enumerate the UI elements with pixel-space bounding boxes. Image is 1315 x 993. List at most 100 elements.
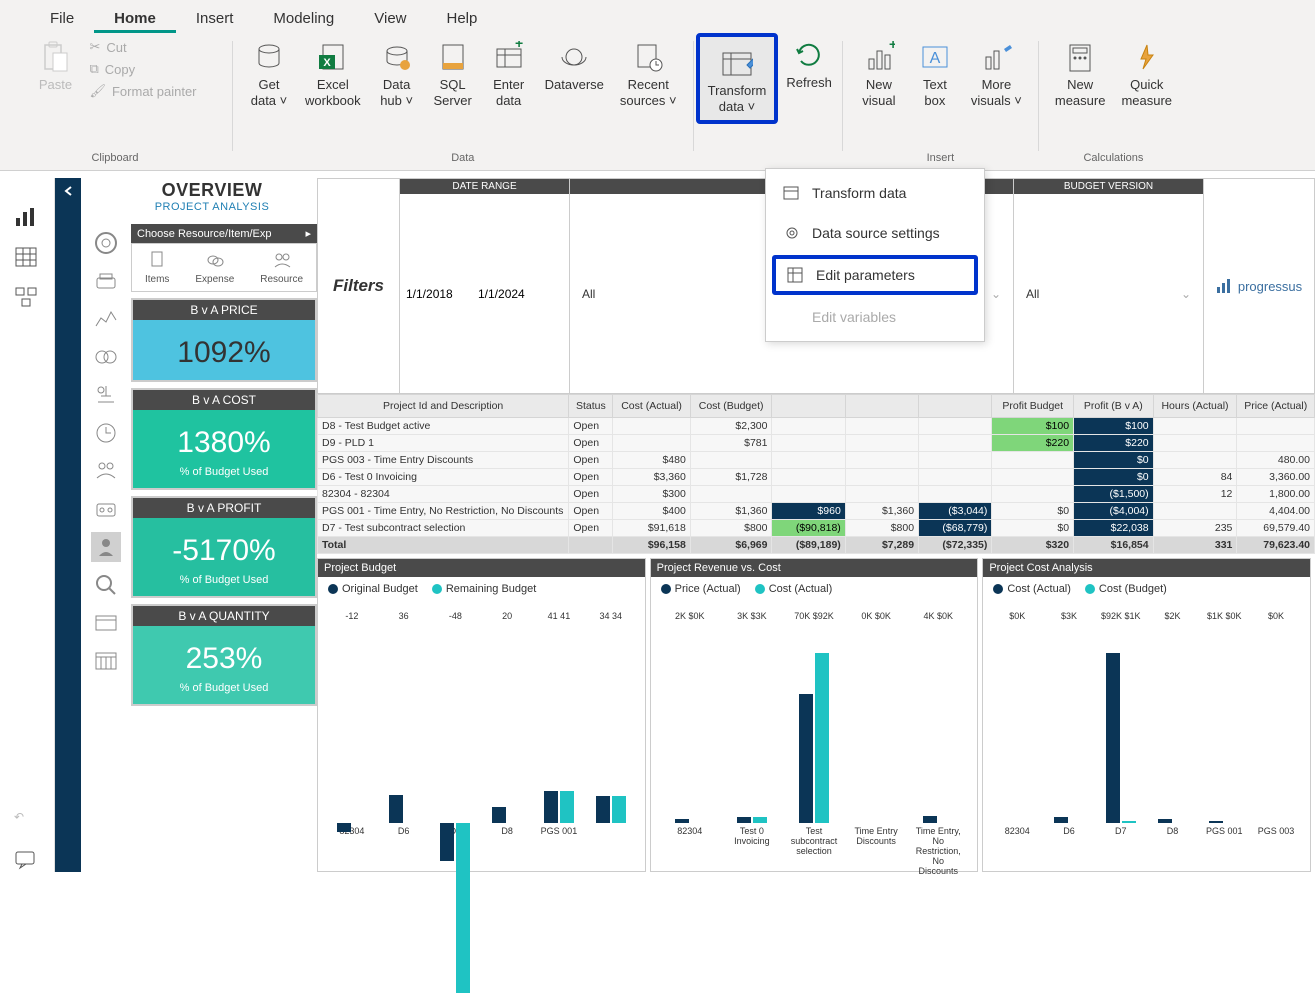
get-data-label: Getdata ˅ bbox=[251, 77, 288, 108]
sql-server-button[interactable]: SQLServer bbox=[425, 35, 481, 110]
filters-label: Filters bbox=[318, 179, 400, 393]
new-measure-button[interactable]: Newmeasure bbox=[1047, 35, 1114, 110]
table-row[interactable]: D8 - Test Budget activeOpen$2,300$100$10… bbox=[318, 418, 1315, 435]
calculator-icon bbox=[1064, 41, 1096, 73]
nav-icon-8[interactable] bbox=[91, 494, 121, 524]
nav-icon-1[interactable] bbox=[91, 228, 121, 258]
menu-edit-parameters[interactable]: Edit parameters bbox=[772, 255, 978, 295]
copy-button[interactable]: ⧉Copy bbox=[89, 61, 196, 77]
nav-icon-2[interactable] bbox=[91, 266, 121, 296]
logo-icon bbox=[1216, 278, 1234, 294]
chart-revenue-cost[interactable]: Project Revenue vs. Cost Price (Actual) … bbox=[650, 558, 979, 872]
recent-sources-button[interactable]: Recentsources ˅ bbox=[612, 35, 685, 110]
dataverse-button[interactable]: Dataverse bbox=[537, 35, 612, 95]
seg-items[interactable]: Items bbox=[145, 250, 169, 285]
menu-insert[interactable]: Insert bbox=[176, 4, 254, 33]
date-to-input[interactable] bbox=[478, 287, 546, 301]
kpi-column: Choose Resource/Item/Exp ▸ Items Expense… bbox=[131, 224, 317, 872]
table-row[interactable]: D6 - Test 0 InvoicingOpen$3,360$1,728$08… bbox=[318, 469, 1315, 486]
menu-data-source-settings[interactable]: Data source settings bbox=[766, 213, 984, 253]
text-box-button[interactable]: A Textbox bbox=[907, 35, 963, 110]
quick-measure-label: Quickmeasure bbox=[1121, 77, 1172, 108]
chevron-right-icon[interactable]: ▸ bbox=[305, 227, 311, 240]
menu-file[interactable]: File bbox=[30, 4, 94, 33]
page-title: OVERVIEW bbox=[107, 180, 317, 201]
nav-icon-5[interactable] bbox=[91, 380, 121, 410]
sql-label: SQLServer bbox=[433, 77, 471, 108]
nav-icon-9[interactable] bbox=[91, 532, 121, 562]
kpi-price: B v A PRICE 1092% bbox=[131, 298, 317, 382]
menu-transform-data[interactable]: Transform data bbox=[766, 173, 984, 213]
chart-project-budget[interactable]: Project Budget Original Budget Remaining… bbox=[317, 558, 646, 872]
new-visual-button[interactable]: + Newvisual bbox=[851, 35, 907, 110]
cut-icon: ✂ bbox=[89, 39, 100, 55]
excel-workbook-button[interactable]: X Excelworkbook bbox=[297, 35, 369, 110]
model-view-icon[interactable] bbox=[14, 286, 40, 308]
nav-icon-3[interactable] bbox=[91, 304, 121, 334]
chart-cost-analysis[interactable]: Project Cost Analysis Cost (Actual) Cost… bbox=[982, 558, 1311, 872]
chevron-down-icon: ⌄ bbox=[991, 287, 1001, 301]
quick-measure-icon bbox=[1131, 41, 1163, 73]
comment-icon[interactable] bbox=[14, 850, 40, 872]
data-hub-button[interactable]: Datahub ˅ bbox=[369, 35, 425, 110]
enter-data-icon: + bbox=[493, 41, 525, 73]
nav-icon-10[interactable] bbox=[91, 570, 121, 600]
more-visuals-button[interactable]: Morevisuals ˅ bbox=[963, 35, 1030, 110]
menu-help[interactable]: Help bbox=[427, 4, 498, 33]
table-row[interactable]: D7 - Test subcontract selectionOpen$91,6… bbox=[318, 520, 1315, 537]
quick-measure-button[interactable]: Quickmeasure bbox=[1113, 35, 1180, 110]
table-row[interactable]: 82304 - 82304Open$300($1,500)121,800.00 bbox=[318, 486, 1315, 503]
menu-bar: File Home Insert Modeling View Help bbox=[0, 0, 1315, 33]
recent-label: Recentsources ˅ bbox=[620, 77, 677, 108]
recent-icon bbox=[632, 41, 664, 73]
gear-icon bbox=[782, 223, 802, 243]
table-total-row: Total$96,158$6,969($89,189)$7,289($72,33… bbox=[318, 537, 1315, 554]
nav-icon-11[interactable] bbox=[91, 608, 121, 638]
seg-resource[interactable]: Resource bbox=[260, 250, 303, 285]
refresh-button[interactable]: Refresh bbox=[778, 33, 840, 93]
menu-modeling[interactable]: Modeling bbox=[253, 4, 354, 33]
paste-button[interactable]: Paste bbox=[27, 35, 83, 95]
menu-home[interactable]: Home bbox=[94, 4, 176, 33]
data-view-icon[interactable] bbox=[14, 246, 40, 268]
transform-data-button[interactable]: Transformdata ˅ bbox=[696, 33, 779, 124]
filter-budget-version: BUDGET VERSION All⌄ bbox=[1014, 179, 1204, 393]
seg-expense[interactable]: Expense bbox=[195, 250, 234, 285]
nav-icon-4[interactable] bbox=[91, 342, 121, 372]
nav-collapse-strip[interactable] bbox=[55, 178, 81, 872]
ribbon-group-calc: Newmeasure Quickmeasure Calculations bbox=[1041, 33, 1186, 170]
status-select-1[interactable]: All⌄ bbox=[576, 287, 790, 301]
more-visuals-icon bbox=[980, 41, 1012, 73]
nav-icon-12[interactable] bbox=[91, 646, 121, 676]
calc-group-label: Calculations bbox=[1047, 150, 1180, 168]
nav-icon-6[interactable] bbox=[91, 418, 121, 448]
table-row[interactable]: D9 - PLD 1Open$781$220$220 bbox=[318, 435, 1315, 452]
kpi-cost: B v A COST 1380%% of Budget Used bbox=[131, 388, 317, 490]
database-icon bbox=[253, 41, 285, 73]
table-row[interactable]: PGS 003 - Time Entry DiscountsOpen$480$0… bbox=[318, 452, 1315, 469]
get-data-button[interactable]: Getdata ˅ bbox=[241, 35, 297, 110]
more-visuals-label: Morevisuals ˅ bbox=[971, 77, 1022, 108]
report-view-icon[interactable] bbox=[14, 206, 40, 228]
table-row[interactable]: PGS 001 - Time Entry, No Restriction, No… bbox=[318, 503, 1315, 520]
textbox-icon: A bbox=[919, 41, 951, 73]
nav-icon-7[interactable] bbox=[91, 456, 121, 486]
paste-icon bbox=[39, 41, 71, 73]
resource-segment-header: Choose Resource/Item/Exp ▸ bbox=[131, 224, 317, 243]
brush-icon: 🖌 bbox=[89, 83, 106, 99]
kpi-quantity: B v A QUANTITY 253%% of Budget Used bbox=[131, 604, 317, 706]
date-from-input[interactable] bbox=[406, 287, 474, 301]
svg-text:X: X bbox=[323, 57, 331, 69]
budget-select[interactable]: All⌄ bbox=[1020, 287, 1197, 301]
resource-segment: Items Expense Resource bbox=[131, 243, 317, 292]
data-hub-label: Datahub ˅ bbox=[380, 77, 413, 108]
transform-icon bbox=[721, 47, 753, 79]
format-painter-button[interactable]: 🖌Format painter bbox=[89, 83, 196, 99]
dataverse-icon bbox=[558, 41, 590, 73]
cut-button[interactable]: ✂Cut bbox=[89, 39, 196, 55]
kpi-profit: B v A PROFIT -5170%% of Budget Used bbox=[131, 496, 317, 598]
undo-icon[interactable]: ↶ bbox=[14, 810, 40, 832]
enter-data-button[interactable]: + Enterdata bbox=[481, 35, 537, 110]
enter-data-label: Enterdata bbox=[493, 77, 524, 108]
menu-view[interactable]: View bbox=[354, 4, 426, 33]
